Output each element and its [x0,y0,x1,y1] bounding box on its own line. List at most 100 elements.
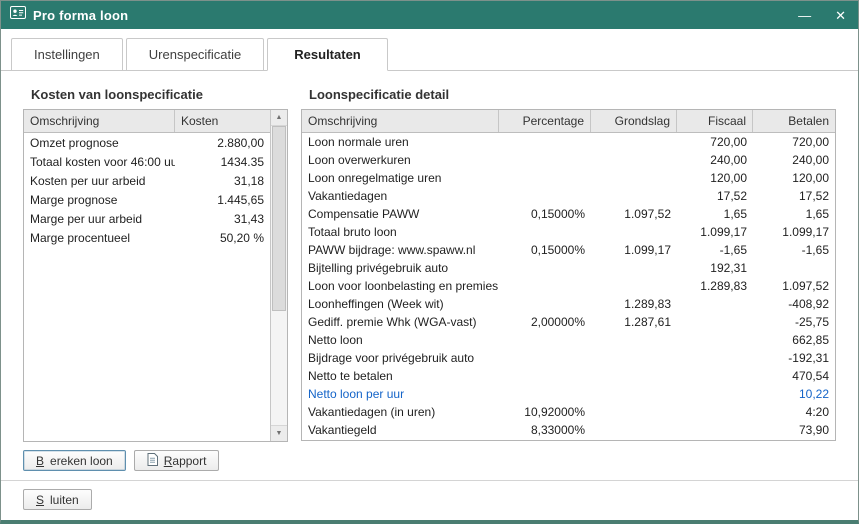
table-cell: 4:20 [753,405,835,419]
table-cell: 31,18 [175,174,270,188]
left-panel-title: Kosten van loonspecificatie [31,87,288,102]
column-header-kosten[interactable]: Kosten [175,110,270,132]
table-cell: 1,65 [753,207,835,221]
table-row[interactable]: Vakantiedagen (in uren)10,92000% 4:20 [302,403,835,421]
table-row[interactable]: Loon voor loonbelasting en premies 1.289,… [302,277,835,295]
table-cell: Totaal kosten voor 46:00 uur [24,155,175,169]
table-cell: Bijdrage voor privégebruik auto [302,351,499,365]
table-row[interactable]: Loon normale uren 720,00720,00 [302,133,835,151]
tab-urenspecificatie[interactable]: Urenspecificatie [126,38,265,71]
table-cell: 1.289,83 [677,279,753,293]
table-row[interactable]: Bijdrage voor privégebruik auto-192,31 [302,349,835,367]
column-header-betalen[interactable]: Betalen [753,110,835,132]
table-row[interactable]: Kosten per uur arbeid31,18 [24,171,270,190]
report-icon [147,453,158,469]
table-cell: 0,15000% [499,243,591,257]
table-row[interactable]: Vakantiedagen17,5217,52 [302,187,835,205]
scrollbar-thumb[interactable] [272,126,286,311]
table-cell: 662,85 [753,333,835,347]
table-row[interactable]: PAWW bijdrage: www.spaww.nl0,15000%1.099… [302,241,835,259]
right-panel-title: Loonspecificatie detail [309,87,836,102]
table-cell: -25,75 [753,315,835,329]
tab-strip: Instellingen Urenspecificatie Resultaten [1,29,858,71]
table-row[interactable]: Marge prognose1.445,65 [24,190,270,209]
title-bar[interactable]: Pro forma loon — ✕ [1,1,858,29]
tab-resultaten[interactable]: Resultaten [267,38,387,71]
table-row[interactable]: Compensatie PAWW0,15000%1.097,521,651,65 [302,205,835,223]
tab-instellingen[interactable]: Instellingen [11,38,123,71]
table-cell: Loon overwerkuren [302,153,499,167]
minimize-button[interactable]: — [798,9,811,22]
table-cell: 10,92000% [499,405,591,419]
table-cell: Loon normale uren [302,135,499,149]
table-row[interactable]: Vakantiegeld8,33000% 73,90 [302,421,835,439]
table-cell: 240,00 [753,153,835,167]
table-cell: Vakantiedagen (in uren) [302,405,499,419]
table-cell: 1.287,61 [591,315,677,329]
table-cell: Kosten per uur arbeid [24,174,175,188]
scroll-down-icon[interactable]: ▼ [271,425,287,441]
column-header-fiscaal[interactable]: Fiscaal [677,110,753,132]
table-row[interactable]: Marge procentueel50,20 % [24,228,270,247]
table-cell: Totaal bruto loon [302,225,499,239]
table-row[interactable]: Loon overwerkuren240,00240,00 [302,151,835,169]
table-row[interactable]: Loon onregelmatige uren120,00120,00 [302,169,835,187]
table-cell: -408,92 [753,297,835,311]
table-row[interactable]: Totaal bruto loon1.099,171.099,17 [302,223,835,241]
resultaten-panel: Kosten van loonspecificatie Omschrijving… [1,71,858,471]
column-header-percentage[interactable]: Percentage [499,110,591,132]
close-button[interactable]: ✕ [835,9,846,22]
table-cell: -1,65 [677,243,753,257]
table-row[interactable]: Marge per uur arbeid31,43 [24,209,270,228]
scrollbar-track[interactable] [271,126,287,425]
table-cell: Compensatie PAWW [302,207,499,221]
table-cell: 0,15000% [499,207,591,221]
table-cell: 470,54 [753,369,835,383]
table-cell: Marge per uur arbeid [24,212,175,226]
table-cell: Netto te betalen [302,369,499,383]
table-row[interactable]: Totaal kosten voor 46:00 uur1434.35 [24,152,270,171]
table-row[interactable]: Gediff. premie Whk (WGA-vast)2,00000%1.2… [302,313,835,331]
table-cell: 8,33000% [499,423,591,437]
rapport-button[interactable]: Rapport [134,450,220,471]
column-header-omschrijving[interactable]: Omschrijving [24,110,175,132]
column-header-grondslag[interactable]: Grondslag [591,110,677,132]
table-cell: 720,00 [753,135,835,149]
table-cell: Netto loon per uur [302,387,499,401]
window-title: Pro forma loon [33,8,128,23]
table-cell: 1,65 [677,207,753,221]
table-row[interactable]: Bijtelling privégebruik auto192,31 [302,259,835,277]
bereken-loon-button[interactable]: Bereken loon [23,450,126,471]
table-cell: 1.445,65 [175,193,270,207]
table-cell: 192,31 [677,261,753,275]
sluiten-button[interactable]: Sluiten [23,489,92,510]
table-cell: PAWW bijdrage: www.spaww.nl [302,243,499,257]
loonspecificatie-table-body: Loon normale uren 720,00720,00 Loon overwe… [302,133,835,440]
table-cell: 1.097,52 [753,279,835,293]
column-header-omschrijving[interactable]: Omschrijving [302,110,499,132]
table-cell: 720,00 [677,135,753,149]
table-cell: 17,52 [677,189,753,203]
table-row[interactable]: Netto loon per uur10,22 [302,385,835,403]
table-row[interactable]: Netto te betalen 470,54 [302,367,835,385]
table-cell: 17,52 [753,189,835,203]
table-cell: 1.099,17 [591,243,677,257]
table-cell: 2,00000% [499,315,591,329]
dialog-pro-forma-loon: Pro forma loon — ✕ Instellingen Urenspec… [0,0,859,524]
table-row[interactable]: Loonheffingen (Week wit)1.289,83-408,92 [302,295,835,313]
table-row[interactable]: Netto loon 662,85 [302,331,835,349]
vertical-scrollbar[interactable]: ▲ ▼ [270,110,287,441]
table-cell: Netto loon [302,333,499,347]
table-row[interactable]: Omzet prognose2.880,00 [24,133,270,152]
table-cell: Vakantiegeld [302,423,499,437]
table-cell: Marge prognose [24,193,175,207]
scroll-up-icon[interactable]: ▲ [271,110,287,126]
table-cell: Loon voor loonbelasting en premies [302,279,499,293]
table-cell: Loonheffingen (Week wit) [302,297,499,311]
kosten-table-header: Omschrijving Kosten [24,110,270,133]
loonspecificatie-table: Omschrijving Percentage Grondslag Fiscaa… [301,109,836,441]
table-cell: 73,90 [753,423,835,437]
kosten-section: Kosten van loonspecificatie Omschrijving… [23,81,288,471]
table-cell: 31,43 [175,212,270,226]
bottom-bar: Sluiten [1,480,858,520]
